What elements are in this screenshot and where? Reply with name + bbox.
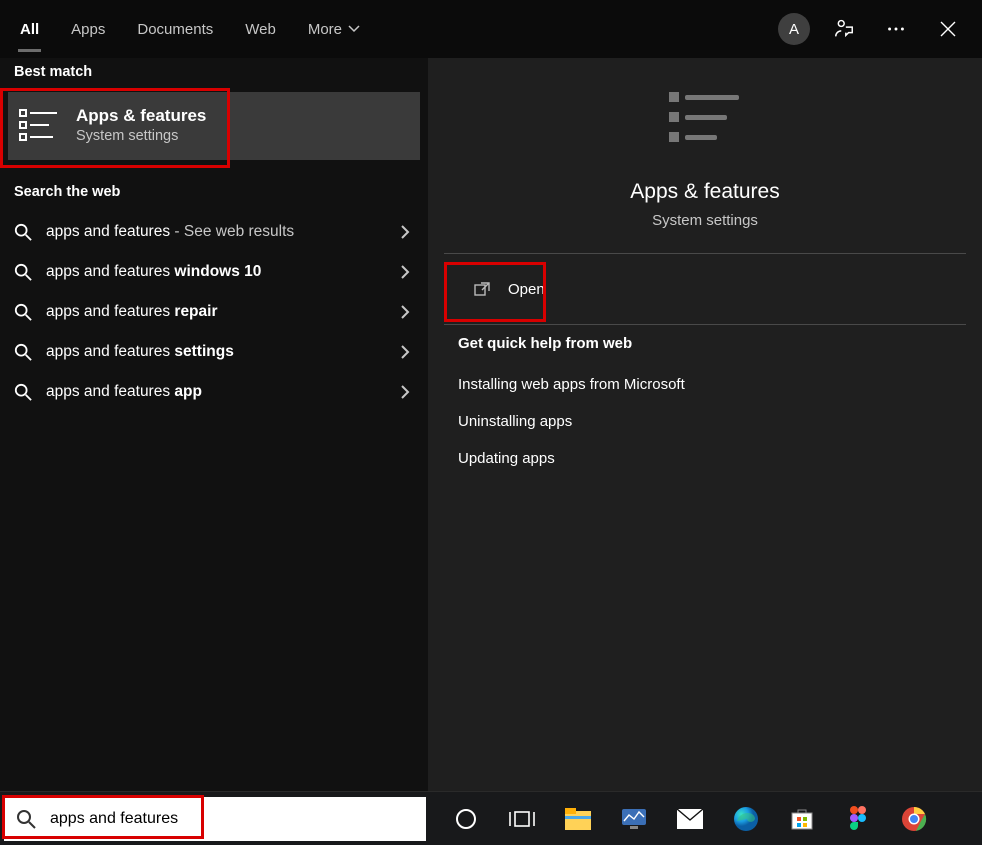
tab-apps[interactable]: Apps — [55, 0, 121, 58]
quick-help-link[interactable]: Updating apps — [458, 440, 982, 477]
quick-help-link[interactable]: Uninstalling apps — [458, 403, 982, 440]
tab-label: More — [308, 21, 342, 38]
results-pane: Best match Apps & features System settin — [0, 58, 428, 791]
preview-title: Apps & features — [630, 180, 779, 204]
best-match-subtitle: System settings — [76, 128, 206, 144]
account-avatar[interactable]: A — [778, 13, 810, 45]
file-explorer-icon[interactable] — [564, 805, 592, 833]
web-result-label: apps and features settings — [46, 343, 386, 361]
divider — [444, 253, 966, 254]
search-filter-tabbar: All Apps Documents Web More A — [0, 0, 982, 58]
mail-icon[interactable] — [676, 805, 704, 833]
tab-label: Web — [245, 21, 276, 38]
tab-label: Apps — [71, 21, 105, 38]
web-result-label: apps and features app — [46, 383, 386, 401]
search-icon — [14, 223, 32, 241]
web-result-row[interactable]: apps and features windows 10 — [0, 252, 428, 292]
search-icon — [16, 809, 36, 829]
chevron-down-icon — [348, 23, 360, 35]
tab-all[interactable]: All — [4, 0, 55, 58]
web-results-list: apps and features - See web results apps … — [0, 212, 428, 412]
more-options-icon[interactable] — [878, 11, 914, 47]
best-match-label: Best match — [0, 58, 428, 92]
quick-help-section: Get quick help from web Installing web a… — [428, 325, 982, 477]
web-result-row[interactable]: apps and features app — [0, 372, 428, 412]
feedback-icon[interactable] — [826, 11, 862, 47]
cortana-icon[interactable] — [452, 805, 480, 833]
tabbar-right-controls: A — [778, 11, 972, 47]
microsoft-store-icon[interactable] — [788, 805, 816, 833]
search-icon — [14, 343, 32, 361]
search-input[interactable] — [48, 809, 414, 829]
web-result-row[interactable]: apps and features settings — [0, 332, 428, 372]
edge-icon[interactable] — [732, 805, 760, 833]
tab-more[interactable]: More — [292, 0, 376, 58]
quick-help-title: Get quick help from web — [458, 335, 982, 366]
preview-pane: Apps & features System settings Open Get… — [428, 58, 982, 791]
search-icon — [14, 263, 32, 281]
apps-features-icon — [18, 104, 60, 146]
search-icon — [14, 383, 32, 401]
open-label: Open — [508, 281, 545, 298]
figma-icon[interactable] — [844, 805, 872, 833]
search-icon — [14, 303, 32, 321]
chevron-right-icon — [400, 304, 410, 320]
close-icon[interactable] — [930, 11, 966, 47]
chevron-right-icon — [400, 224, 410, 240]
best-match-text: Apps & features System settings — [76, 106, 206, 144]
web-result-label: apps and features repair — [46, 303, 386, 321]
filter-tabs: All Apps Documents Web More — [4, 0, 376, 58]
tab-documents[interactable]: Documents — [121, 0, 229, 58]
web-result-row[interactable]: apps and features repair — [0, 292, 428, 332]
chevron-right-icon — [400, 384, 410, 400]
search-web-label: Search the web — [0, 166, 428, 212]
chevron-right-icon — [400, 264, 410, 280]
taskbar-search[interactable] — [4, 797, 426, 841]
apps-features-icon — [665, 88, 745, 158]
avatar-initial: A — [789, 21, 799, 38]
tab-label: All — [20, 21, 39, 38]
tab-web[interactable]: Web — [229, 0, 292, 58]
open-action[interactable]: Open — [444, 262, 966, 316]
monitor-app-icon[interactable] — [620, 805, 648, 833]
chrome-icon[interactable] — [900, 805, 928, 833]
search-panes: Best match Apps & features System settin — [0, 58, 982, 791]
task-view-icon[interactable] — [508, 805, 536, 833]
best-match-result[interactable]: Apps & features System settings — [8, 92, 420, 160]
preview-subtitle: System settings — [652, 212, 758, 229]
web-result-label: apps and features - See web results — [46, 223, 386, 241]
preview-header: Apps & features System settings — [428, 58, 982, 253]
web-result-label: apps and features windows 10 — [46, 263, 386, 281]
taskbar — [0, 791, 982, 845]
chevron-right-icon — [400, 344, 410, 360]
quick-help-link[interactable]: Installing web apps from Microsoft — [458, 366, 982, 403]
best-match-title: Apps & features — [76, 106, 206, 126]
web-result-row[interactable]: apps and features - See web results — [0, 212, 428, 252]
taskbar-icons — [434, 805, 982, 833]
open-icon — [474, 280, 492, 298]
tab-label: Documents — [137, 21, 213, 38]
